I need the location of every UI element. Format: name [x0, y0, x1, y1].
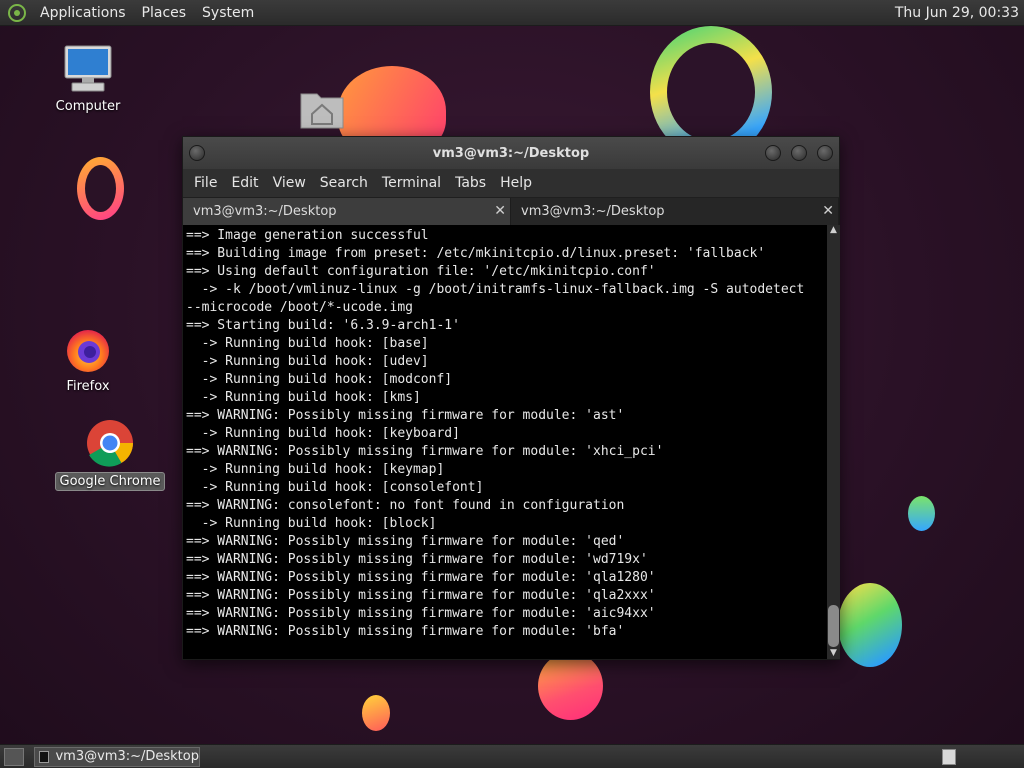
menu-help[interactable]: Help: [493, 175, 539, 191]
wallpaper-shape: [362, 695, 390, 731]
terminal-line: ==> Using default configuration file: '/…: [186, 264, 656, 279]
home-folder-icon: [300, 93, 344, 129]
show-desktop-button[interactable]: [4, 747, 24, 766]
close-button[interactable]: [817, 145, 833, 161]
terminal-line: ==> WARNING: Possibly missing firmware f…: [186, 570, 656, 585]
terminal-line: -> Running build hook: [consolefont]: [186, 480, 484, 495]
menubar: File Edit View Search Terminal Tabs Help: [183, 169, 839, 197]
top-panel: Applications Places System Thu Jun 29, 0…: [0, 0, 1024, 26]
terminal-line: -> Running build hook: [keymap]: [186, 462, 445, 477]
scrollbar-thumb[interactable]: [828, 605, 839, 647]
terminal-line: ==> WARNING: Possibly missing firmware f…: [186, 588, 656, 603]
applications-menu[interactable]: Applications: [32, 5, 134, 21]
wallpaper-shape: [538, 652, 603, 720]
terminal-line: -> Running build hook: [kms]: [186, 390, 421, 405]
desktop-icon-label: Google Chrome: [54, 472, 166, 491]
tab-label: vm3@vm3:~/Desktop: [193, 204, 337, 219]
terminal-line: ==> WARNING: Possibly missing firmware f…: [186, 606, 656, 621]
terminal-icon: [39, 750, 50, 763]
desktop-icon-firefox[interactable]: Firefox: [40, 326, 136, 395]
maximize-button[interactable]: [791, 145, 807, 161]
terminal-line: ==> WARNING: Possibly missing firmware f…: [186, 444, 664, 459]
menu-tabs[interactable]: Tabs: [448, 175, 493, 191]
scroll-up-icon[interactable]: ▲: [827, 225, 840, 236]
workspace-switcher[interactable]: [942, 748, 956, 765]
menu-edit[interactable]: Edit: [224, 175, 265, 191]
terminal-line: -> Running build hook: [udev]: [186, 354, 429, 369]
system-menu[interactable]: System: [194, 5, 262, 21]
window-titlebar[interactable]: vm3@vm3:~/Desktop: [183, 137, 839, 169]
terminal-line: ==> WARNING: Possibly missing firmware f…: [186, 624, 625, 639]
taskbar-item-terminal[interactable]: vm3@vm3:~/Desktop: [34, 746, 200, 767]
scrollbar[interactable]: ▲ ▼: [827, 225, 840, 659]
terminal-line: -> -k /boot/vmlinuz-linux -g /boot/initr…: [186, 282, 805, 297]
terminal-line: ==> Building image from preset: /etc/mki…: [186, 246, 766, 261]
terminal-tab-2[interactable]: vm3@vm3:~/Desktop ✕: [511, 198, 839, 225]
tab-bar: vm3@vm3:~/Desktop ✕ vm3@vm3:~/Desktop ✕: [183, 197, 839, 225]
desktop-icon-home[interactable]: [274, 88, 370, 130]
terminal-window: vm3@vm3:~/Desktop File Edit View Search …: [182, 136, 840, 660]
terminal-text: ==> Image generation successful ==> Build…: [183, 225, 827, 641]
menu-search[interactable]: Search: [313, 175, 375, 191]
terminal-tab-1[interactable]: vm3@vm3:~/Desktop ✕: [183, 198, 511, 225]
distro-logo-icon[interactable]: [8, 3, 26, 22]
tab-label: vm3@vm3:~/Desktop: [521, 204, 665, 219]
scroll-down-icon[interactable]: ▼: [827, 648, 840, 659]
firefox-icon: [67, 330, 109, 372]
tab-close-icon[interactable]: ✕: [822, 203, 834, 219]
desktop-icon-label: Computer: [55, 99, 121, 114]
terminal-line: -> Running build hook: [keyboard]: [186, 426, 460, 441]
taskbar-item-label: vm3@vm3:~/Desktop: [55, 749, 199, 764]
wallpaper-shape: [838, 583, 902, 667]
clock[interactable]: Thu Jun 29, 00:33: [895, 5, 1024, 21]
chrome-icon: [87, 420, 133, 467]
menu-terminal[interactable]: Terminal: [375, 175, 448, 191]
terminal-line: ==> WARNING: Possibly missing firmware f…: [186, 408, 625, 423]
window-menu-button[interactable]: [189, 145, 205, 161]
desktop-icon-chrome[interactable]: Google Chrome: [54, 418, 166, 491]
terminal-line: -> Running build hook: [block]: [186, 516, 437, 531]
wallpaper-shape: [77, 157, 124, 220]
minimize-button[interactable]: [765, 145, 781, 161]
bottom-panel: vm3@vm3:~/Desktop: [0, 744, 1024, 768]
terminal-line: ==> Starting build: '6.3.9-arch1-1': [186, 318, 460, 333]
terminal-line: -> Running build hook: [base]: [186, 336, 429, 351]
window-title: vm3@vm3:~/Desktop: [432, 145, 590, 161]
terminal-line: ==> Image generation successful: [186, 228, 429, 243]
tab-close-icon[interactable]: ✕: [494, 203, 506, 219]
wallpaper-shape: [908, 496, 935, 531]
terminal-line: --microcode /boot/*-ucode.img: [186, 300, 413, 315]
menu-view[interactable]: View: [266, 175, 313, 191]
monitor-icon: [64, 45, 112, 92]
terminal-line: -> Running build hook: [modconf]: [186, 372, 453, 387]
desktop-icon-computer[interactable]: Computer: [40, 44, 136, 115]
terminal-line: ==> WARNING: Possibly missing firmware f…: [186, 552, 648, 567]
terminal-line: ==> WARNING: consolefont: no font found …: [186, 498, 625, 513]
terminal-output[interactable]: ==> Image generation successful ==> Build…: [183, 225, 827, 659]
desktop-icon-label: Firefox: [66, 379, 110, 394]
menu-file[interactable]: File: [187, 175, 224, 191]
places-menu[interactable]: Places: [134, 5, 195, 21]
terminal-line: ==> WARNING: Possibly missing firmware f…: [186, 534, 625, 549]
